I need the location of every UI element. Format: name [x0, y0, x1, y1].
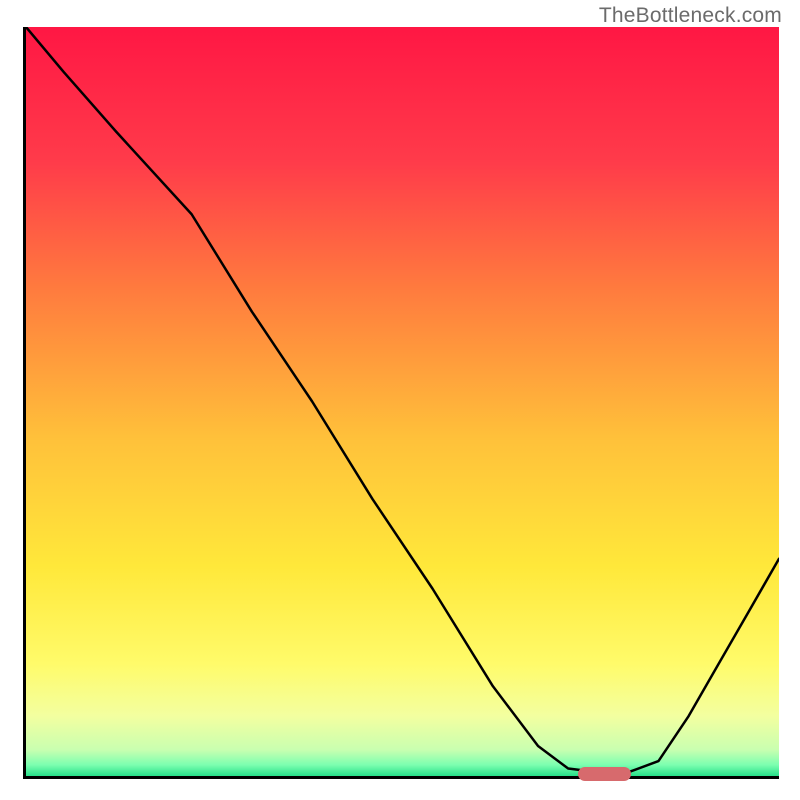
plot-area: [23, 27, 779, 779]
watermark-text: TheBottleneck.com: [599, 4, 782, 28]
curve-line: [26, 27, 779, 776]
optimal-marker: [578, 767, 631, 781]
